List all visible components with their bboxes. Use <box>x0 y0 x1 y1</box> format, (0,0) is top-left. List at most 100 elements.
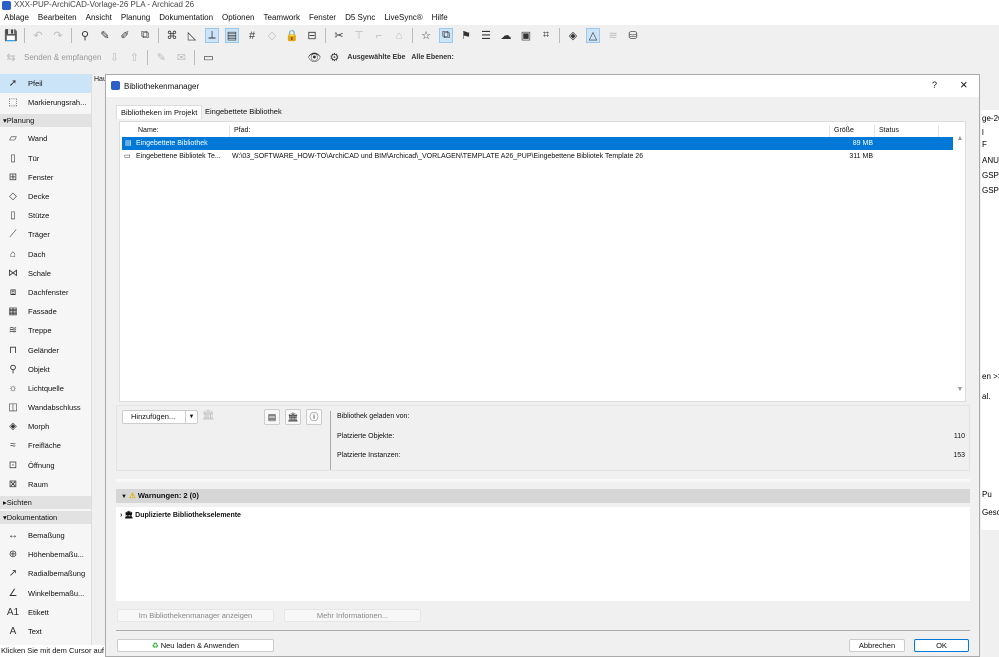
triangle-icon[interactable]: △ <box>586 28 600 43</box>
column-header-name[interactable]: Name: <box>134 125 230 137</box>
tool-dachfenster[interactable]: ⧈ Dachfenster <box>0 283 91 302</box>
guide-icon[interactable]: ⟂ <box>205 28 219 43</box>
tool-freifläche[interactable]: ≈ Freifläche <box>0 436 91 455</box>
column-header-status[interactable]: Status <box>875 125 939 137</box>
tool-radialbemaßung[interactable]: ↗ Radialbemaßung <box>0 564 91 583</box>
warnings-header[interactable]: ▼ ⚠ Warnungen: 2 (0) <box>116 489 970 503</box>
reload-apply-button[interactable]: ♻ Neu laden & Anwenden <box>117 639 274 652</box>
flag-icon[interactable]: ⚑ <box>459 29 473 42</box>
list-scrollbar[interactable]: ▲ ▼ <box>954 123 966 401</box>
chevron-down-icon[interactable]: ▼ <box>185 411 197 423</box>
edit-icon[interactable]: ✎ <box>154 51 168 64</box>
tool-morph[interactable]: ◈ Morph <box>0 417 91 436</box>
tool-pfeil[interactable]: ➚ Pfeil <box>0 74 91 94</box>
tool-wand[interactable]: ▱ Wand <box>0 129 91 148</box>
menu-livesync-[interactable]: LiveSync® <box>384 11 422 25</box>
tool-stütze[interactable]: ▯ Stütze <box>0 206 91 225</box>
trim-icon[interactable]: ⊤ <box>352 29 366 42</box>
tool-höhenbemaßu-[interactable]: ⊕ Höhenbemaßu... <box>0 545 91 564</box>
tool-tür[interactable]: ▯ Tür <box>0 149 91 168</box>
menu-ablage[interactable]: Ablage <box>4 11 29 25</box>
reserve-icon[interactable]: ⇩ <box>107 51 121 64</box>
menu-hilfe[interactable]: Hilfe <box>432 11 448 25</box>
snap-icon[interactable]: ▤ <box>225 28 239 43</box>
menu-dokumentation[interactable]: Dokumentation <box>159 11 213 25</box>
table-row[interactable]: ▭ Eingebettene Bibliotek Te... W:\03_SOF… <box>122 150 953 163</box>
menu-fenster[interactable]: Fenster <box>309 11 336 25</box>
column-header-path[interactable]: Pfad: <box>230 125 830 137</box>
send-receive-button[interactable]: Senden & empfangen <box>24 53 101 62</box>
render-icon[interactable]: ◈ <box>566 29 580 42</box>
add-button[interactable]: Hinzufügen... ▼ <box>122 410 198 424</box>
fix-icon[interactable]: ⌘ <box>165 29 179 42</box>
tool-öffnung[interactable]: ⊡ Öffnung <box>0 456 91 475</box>
ok-button[interactable]: OK <box>914 639 969 652</box>
tag-icon[interactable]: ⌗ <box>539 29 553 42</box>
tool-etikett[interactable]: A1 Etikett <box>0 603 91 622</box>
tool-schale[interactable]: ⋈ Schale <box>0 264 91 283</box>
eyedropper-icon[interactable]: ✎ <box>98 29 112 42</box>
fillet-icon[interactable]: ⌐ <box>372 30 386 42</box>
scissors-icon[interactable]: ✂ <box>332 29 346 42</box>
menu-teamwork[interactable]: Teamwork <box>264 11 300 25</box>
image-icon[interactable]: ▣ <box>519 29 533 42</box>
lock-icon[interactable]: 🔒 <box>285 29 299 42</box>
more-info-button[interactable]: Mehr Informationen... <box>284 609 421 622</box>
expand-arrow-icon[interactable]: › <box>120 512 122 519</box>
layer-settings-icon[interactable]: ⚙ <box>327 51 341 64</box>
scroll-down-icon[interactable]: ▼ <box>954 386 966 393</box>
tool-winkelbemaßu-[interactable]: ∠ Winkelbemaßu... <box>0 584 91 603</box>
dimension-icon[interactable]: ⊟ <box>305 29 319 42</box>
tool-text[interactable]: A Text <box>0 622 91 641</box>
home-icon[interactable]: ⌂ <box>392 30 406 42</box>
plane-icon[interactable]: ◇ <box>265 29 279 42</box>
syringe-icon[interactable]: ✐ <box>118 29 132 42</box>
remove-library-icon[interactable]: 🏛 <box>202 410 215 421</box>
tab-embedded-library[interactable]: Eingebettete Bibliothek <box>201 105 286 119</box>
tool-raum[interactable]: ⊠ Raum <box>0 475 91 494</box>
db-icon[interactable]: ⛁ <box>626 29 640 42</box>
release-icon[interactable]: ⇧ <box>127 51 141 64</box>
table-row[interactable]: ▤ Eingebettete Bibliothek 89 MB <box>122 137 953 150</box>
help-button[interactable]: ? <box>932 80 937 90</box>
document-icon[interactable]: ▤ <box>264 409 280 425</box>
tool-treppe[interactable]: ≋ Treppe <box>0 321 91 340</box>
collapse-arrow-icon[interactable]: ▼ <box>121 494 127 500</box>
info-icon[interactable]: ⓘ <box>306 409 322 425</box>
find-select-icon[interactable]: ⚲ <box>78 29 92 42</box>
cancel-button[interactable]: Abbrechen <box>849 639 905 652</box>
tool-objekt[interactable]: ⚲ Objekt <box>0 360 91 379</box>
close-button[interactable]: × <box>960 77 968 92</box>
toolbox-group-dokumentation[interactable]: ▾ Dokumentation <box>0 510 91 524</box>
column-header-size[interactable]: Größe <box>830 125 875 137</box>
tool-lichtquelle[interactable]: ☼ Lichtquelle <box>0 379 91 398</box>
message-icon[interactable]: ✉ <box>174 51 188 64</box>
monitor-icon[interactable]: ▭ <box>201 51 215 64</box>
cloud-icon[interactable]: ☁ <box>499 29 513 42</box>
library-icon[interactable]: 🏛 <box>285 409 301 425</box>
scroll-up-icon[interactable]: ▲ <box>954 135 966 142</box>
favorites-icon[interactable]: ☆ <box>419 29 433 42</box>
tool-decke[interactable]: ◇ Decke <box>0 187 91 206</box>
tool-dach[interactable]: ⌂ Dach <box>0 245 91 264</box>
warning-item[interactable]: › 🏛 Duplizierte Bibliothekselemente <box>120 511 241 519</box>
list-icon[interactable]: ☰ <box>479 29 493 42</box>
redo-icon[interactable]: ↷ <box>51 29 65 42</box>
stack-icon[interactable]: ≋ <box>606 29 620 42</box>
tool-wandabschluss[interactable]: ◫ Wandabschluss <box>0 398 91 417</box>
tab-libraries-in-project[interactable]: Bibliotheken im Projekt <box>116 105 203 119</box>
menu-ansicht[interactable]: Ansicht <box>86 11 112 25</box>
grid-icon[interactable]: # <box>245 30 259 42</box>
ruler-icon[interactable]: ◺ <box>185 29 199 42</box>
layer-icon[interactable]: ⧉ <box>138 29 152 42</box>
toolbox-group-planung[interactable]: ▾ Planung <box>0 114 91 128</box>
tool-bemaßung[interactable]: ↔ Bemaßung <box>0 526 91 545</box>
tool-träger[interactable]: ⟋ Träger <box>0 225 91 244</box>
show-in-library-manager-button[interactable]: Im Bibliothekenmanager anzeigen <box>117 609 274 622</box>
splitter[interactable] <box>116 479 970 482</box>
tool-markierungsrah-[interactable]: ⬚ Markierungsrah... <box>0 93 91 112</box>
tool-fenster[interactable]: ⊞ Fenster <box>0 168 91 187</box>
menu-planung[interactable]: Planung <box>121 11 150 25</box>
tool-fassade[interactable]: ▦ Fassade <box>0 302 91 321</box>
menu-bearbeiten[interactable]: Bearbeiten <box>38 11 77 25</box>
